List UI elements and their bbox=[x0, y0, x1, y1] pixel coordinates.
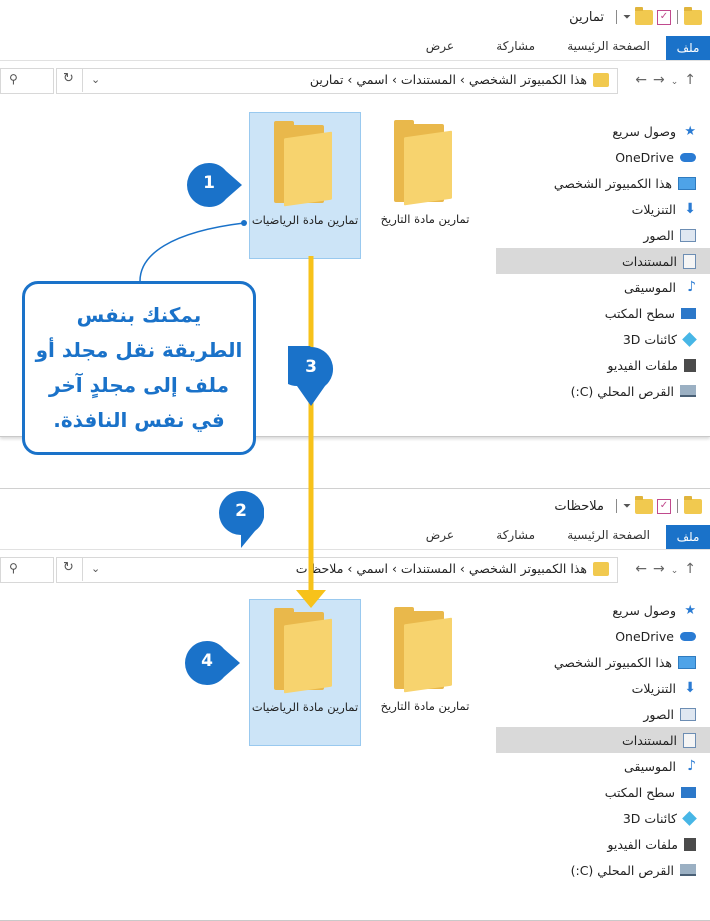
callout-connector bbox=[139, 222, 245, 282]
move-arrow-head bbox=[296, 590, 326, 608]
step-badge-2: 2 bbox=[218, 490, 264, 548]
step-badge-3: 3 bbox=[288, 346, 334, 406]
step-badge-4: 4 bbox=[184, 640, 240, 686]
annotation-overlay bbox=[139, 220, 326, 608]
callout-text: يمكنك بنفس الطريقة نقل مجلد أو ملف إلى م… bbox=[35, 303, 243, 432]
instruction-callout: يمكنك بنفس الطريقة نقل مجلد أو ملف إلى م… bbox=[22, 281, 256, 455]
step-badge-1: 1 bbox=[186, 162, 242, 208]
connector-dot bbox=[241, 220, 247, 226]
